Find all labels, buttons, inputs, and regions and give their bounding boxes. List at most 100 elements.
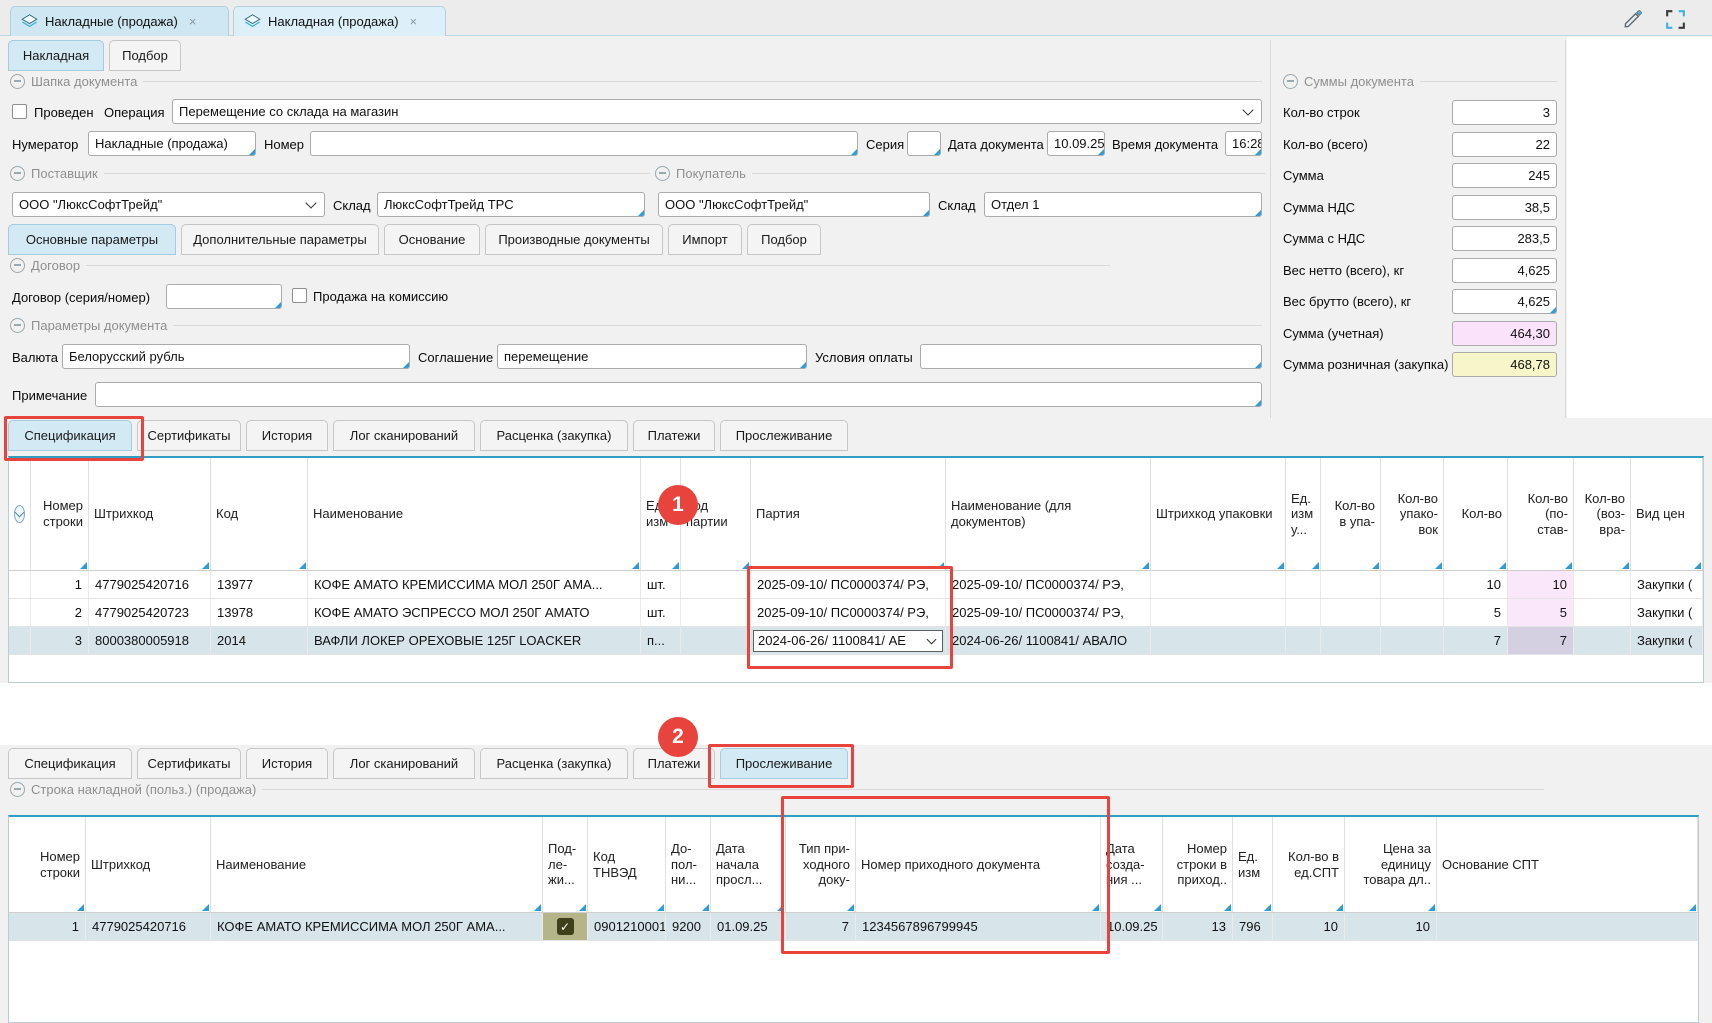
cell-row-number[interactable]: 1 (31, 571, 89, 598)
tab-osnovanie[interactable]: Основание (384, 224, 480, 255)
cell-doc-name[interactable]: 2024-06-26/ 1100841/ АВАЛО (946, 627, 1151, 654)
tab-proizvodnye-dokumenty[interactable]: Производные документы (485, 224, 663, 255)
cell-pack-unit[interactable] (1286, 599, 1321, 626)
cell-filter[interactable] (9, 627, 31, 654)
cell-additional[interactable]: 9200 (666, 913, 711, 940)
cell-spt-basis[interactable] (1437, 913, 1698, 940)
header-cell-unit[interactable]: Ед. изм (1233, 817, 1273, 912)
cell-unit[interactable]: шт. (641, 571, 681, 598)
batch-combobox[interactable]: 2024-06-26/ 1100841/ АЕ (753, 630, 943, 652)
header-cell-tnved-code[interactable]: Код ТНВЭД (588, 817, 666, 912)
currency-field[interactable]: Белорусский рубль (62, 344, 410, 369)
header-cell-filter[interactable] (9, 458, 31, 570)
sum-field-1[interactable]: 22 (1452, 132, 1557, 157)
header-cell-row-number[interactable]: Номер строки (31, 458, 89, 570)
header-cell-pack-barcode[interactable]: Штрихкод упаковки (1151, 458, 1286, 570)
close-icon[interactable]: × (189, 14, 197, 29)
checkbox-checked-icon[interactable]: ✓ (557, 918, 574, 935)
cell-creation-date[interactable]: 10.09.25 (1101, 913, 1163, 940)
cell-row-number[interactable]: 2 (31, 599, 89, 626)
cell-name[interactable]: КОФЕ АМАТО ЭСПРЕССО МОЛ 250Г АМАТО (308, 599, 641, 626)
cell-name[interactable]: КОФЕ АМАТО КРЕМИССИМА МОЛ 250Г АМА... (211, 913, 543, 940)
payment-terms-field[interactable] (920, 344, 1262, 369)
proveden-checkbox[interactable] (12, 104, 27, 119)
cell-filter[interactable] (9, 599, 31, 626)
cell-pack-count[interactable] (1381, 627, 1444, 654)
tab-istoriya[interactable]: История (246, 748, 328, 779)
header-cell-barcode[interactable]: Штрихкод (89, 458, 211, 570)
cell-qty-spt[interactable]: 10 (1273, 913, 1345, 940)
header-cell-spt-basis[interactable]: Основание СПТ (1437, 817, 1698, 912)
edit-icon[interactable] (1621, 7, 1645, 32)
note-field[interactable] (95, 382, 1262, 407)
header-cell-barcode[interactable]: Штрихкод (86, 817, 211, 912)
header-cell-qty-returned[interactable]: Кол-во (воз- вра- (1574, 458, 1631, 570)
collapse-icon[interactable] (655, 166, 670, 181)
cell-subject-flag[interactable]: ✓ (543, 913, 588, 940)
cell-qty-supplied[interactable]: 10 (1508, 571, 1574, 598)
fullscreen-icon[interactable] (1663, 7, 1688, 32)
cell-unit[interactable]: 796 (1233, 913, 1273, 940)
tab-rascenka-zakupka[interactable]: Расценка (закупка) (480, 748, 628, 779)
tab-proslezhivanie[interactable]: Прослеживание (720, 748, 848, 779)
header-cell-row-number[interactable]: Номер строки (9, 817, 86, 912)
cell-qty-returned[interactable] (1574, 571, 1631, 598)
supplier-select[interactable]: ООО "ЛюксСофтТрейд" (12, 192, 325, 217)
tab-podbor[interactable]: Подбор (747, 224, 821, 255)
collapse-icon[interactable] (10, 258, 25, 273)
cell-batch-code[interactable] (681, 599, 751, 626)
cell-pack-barcode[interactable] (1151, 627, 1286, 654)
sum-field-4[interactable]: 283,5 (1452, 226, 1557, 251)
collapse-icon[interactable] (10, 166, 25, 181)
cell-doc-name[interactable]: 2025-09-10/ ПС0000374/ РЭ, (946, 571, 1151, 598)
header-cell-batch[interactable]: Партия (751, 458, 946, 570)
cell-unit[interactable]: шт. (641, 599, 681, 626)
cell-price-type[interactable]: Закупки ( (1631, 571, 1703, 598)
cell-code[interactable]: 13977 (211, 571, 308, 598)
doc-time-field[interactable]: 16:28 (1225, 131, 1262, 156)
doc-tab-nakladnye-prodazha[interactable]: Накладные (продажа) × (10, 6, 229, 36)
cell-pack-count[interactable] (1381, 571, 1444, 598)
cell-code[interactable]: 13978 (211, 599, 308, 626)
tab-osnovnye-parametry[interactable]: Основные параметры (8, 224, 176, 255)
sum-field-0[interactable]: 3 (1452, 100, 1557, 125)
header-cell-qty-supplied[interactable]: Кол-во (по- став- (1508, 458, 1574, 570)
header-cell-name[interactable]: Наименование (308, 458, 641, 570)
cell-barcode[interactable]: 4779025420716 (86, 913, 211, 940)
cell-income-doc-type[interactable]: 7 (786, 913, 856, 940)
tab-log-skanirovanij[interactable]: Лог сканирований (333, 420, 475, 451)
tab-sertifikaty[interactable]: Сертификаты (137, 748, 241, 779)
number-field[interactable] (310, 131, 858, 156)
cell-qty-in-pack[interactable] (1321, 627, 1381, 654)
cell-pack-barcode[interactable] (1151, 599, 1286, 626)
cell-income-row-number[interactable]: 13 (1163, 913, 1233, 940)
cell-name[interactable]: ВАФЛИ ЛОКЕР ОРЕХОВЫЕ 125Г LOACKER (308, 627, 641, 654)
cell-income-doc-number[interactable]: 1234567896799945 (856, 913, 1101, 940)
agreement-field[interactable]: перемещение (497, 344, 807, 369)
cell-qty-supplied[interactable]: 7 (1508, 627, 1574, 654)
header-cell-income-doc-type[interactable]: Тип при- ходного доку- (786, 817, 856, 912)
cell-barcode[interactable]: 4779025420716 (89, 571, 211, 598)
sum-field-5[interactable]: 4,625 (1452, 258, 1557, 283)
cell-price-type[interactable]: Закупки ( (1631, 599, 1703, 626)
cell-price-type[interactable]: Закупки ( (1631, 627, 1703, 654)
cell-pack-unit[interactable] (1286, 627, 1321, 654)
cell-unit[interactable]: п... (641, 627, 681, 654)
buyer-warehouse-field[interactable]: Отдел 1 (984, 192, 1262, 217)
cell-row-number[interactable]: 1 (9, 913, 86, 940)
tab-specifikaciya[interactable]: Спецификация (8, 420, 132, 451)
sum-field-7[interactable]: 464,30 (1452, 321, 1557, 346)
tab-specifikaciya[interactable]: Спецификация (8, 748, 132, 779)
cell-qty[interactable]: 10 (1444, 571, 1508, 598)
tab-nakladnaya[interactable]: Накладная (8, 40, 104, 71)
tab-istoriya[interactable]: История (246, 420, 328, 451)
header-cell-income-row-number[interactable]: Номер строки в приход.. (1163, 817, 1233, 912)
tab-dopolnitelnye-parametry[interactable]: Дополнительные параметры (181, 224, 379, 255)
cell-qty-supplied[interactable]: 5 (1508, 599, 1574, 626)
header-cell-name[interactable]: Наименование (211, 817, 543, 912)
cell-barcode[interactable]: 8000380005918 (89, 627, 211, 654)
header-cell-subject-flag[interactable]: Под- ле- жи... (543, 817, 588, 912)
cell-pack-barcode[interactable] (1151, 571, 1286, 598)
header-cell-pack-count[interactable]: Кол-во упако- вок (1381, 458, 1444, 570)
supplier-warehouse-field[interactable]: ЛюксСофтТрейд ТРС (377, 192, 645, 217)
